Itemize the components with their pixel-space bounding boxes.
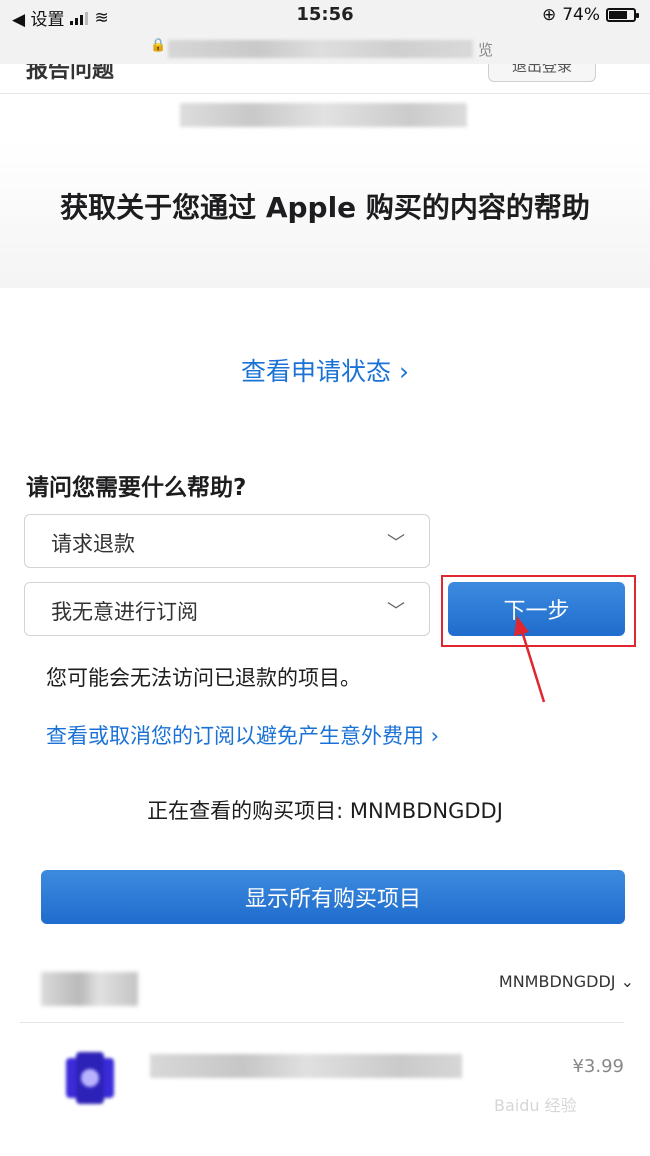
next-button[interactable]: 下一步 xyxy=(448,582,625,636)
reason-select-value: 请求退款 xyxy=(51,532,135,556)
hero-banner: 获取关于您通过 Apple 购买的内容的帮助 xyxy=(0,142,650,288)
page-header: 报告问题 退出登录 xyxy=(0,64,650,94)
status-bar: ◀ 设置 ≋ 15:56 ⊕ 74% xyxy=(0,0,650,34)
manage-subscriptions-link[interactable]: 查看或取消您的订阅以避免产生意外费用 › xyxy=(46,720,439,750)
detail-select-value: 我无意进行订阅 xyxy=(51,600,198,624)
purchase-date-redacted xyxy=(41,972,138,1006)
item-name-redacted xyxy=(150,1054,462,1078)
orientation-lock-icon: ⊕ xyxy=(541,5,557,25)
url-bar[interactable]: 🔒 览 xyxy=(0,34,650,64)
order-id-toggle[interactable]: MNMBDNGDDJ ⌄ xyxy=(499,972,634,991)
view-request-status-link[interactable]: 查看申请状态 › xyxy=(0,352,650,388)
header-title: 报告问题 xyxy=(26,64,115,83)
show-all-purchases-button[interactable]: 显示所有购买项目 xyxy=(41,870,625,924)
battery-icon xyxy=(606,8,639,22)
battery-percent: 74% xyxy=(562,5,600,25)
url-suffix: 览 xyxy=(478,41,494,59)
url-redacted xyxy=(168,40,473,58)
refund-note: 您可能会无法访问已退款的项目。 xyxy=(46,666,361,690)
chevron-down-icon: ﹀ xyxy=(387,601,405,622)
hero-title: 获取关于您通过 Apple 购买的内容的帮助 xyxy=(60,191,590,224)
reason-select[interactable]: 请求退款 ﹀ xyxy=(24,514,430,568)
chevron-down-icon: ﹀ xyxy=(387,533,405,554)
divider xyxy=(20,1022,624,1023)
app-icon xyxy=(66,1052,114,1104)
item-price: ¥3.99 xyxy=(572,1056,624,1077)
help-question: 请问您需要什么帮助? xyxy=(26,475,247,501)
lock-icon: 🔒 xyxy=(150,38,167,53)
sign-out-button[interactable]: 退出登录 xyxy=(488,64,596,82)
battery-level xyxy=(609,11,627,19)
account-redacted xyxy=(180,103,467,127)
watermark: Baidu 经验 xyxy=(494,1096,577,1115)
status-right: ⊕ 74% xyxy=(541,5,639,25)
detail-select[interactable]: 我无意进行订阅 ﹀ xyxy=(24,582,430,636)
viewing-purchase-label: 正在查看的购买项目: MNMBDNGDDJ xyxy=(147,799,503,823)
